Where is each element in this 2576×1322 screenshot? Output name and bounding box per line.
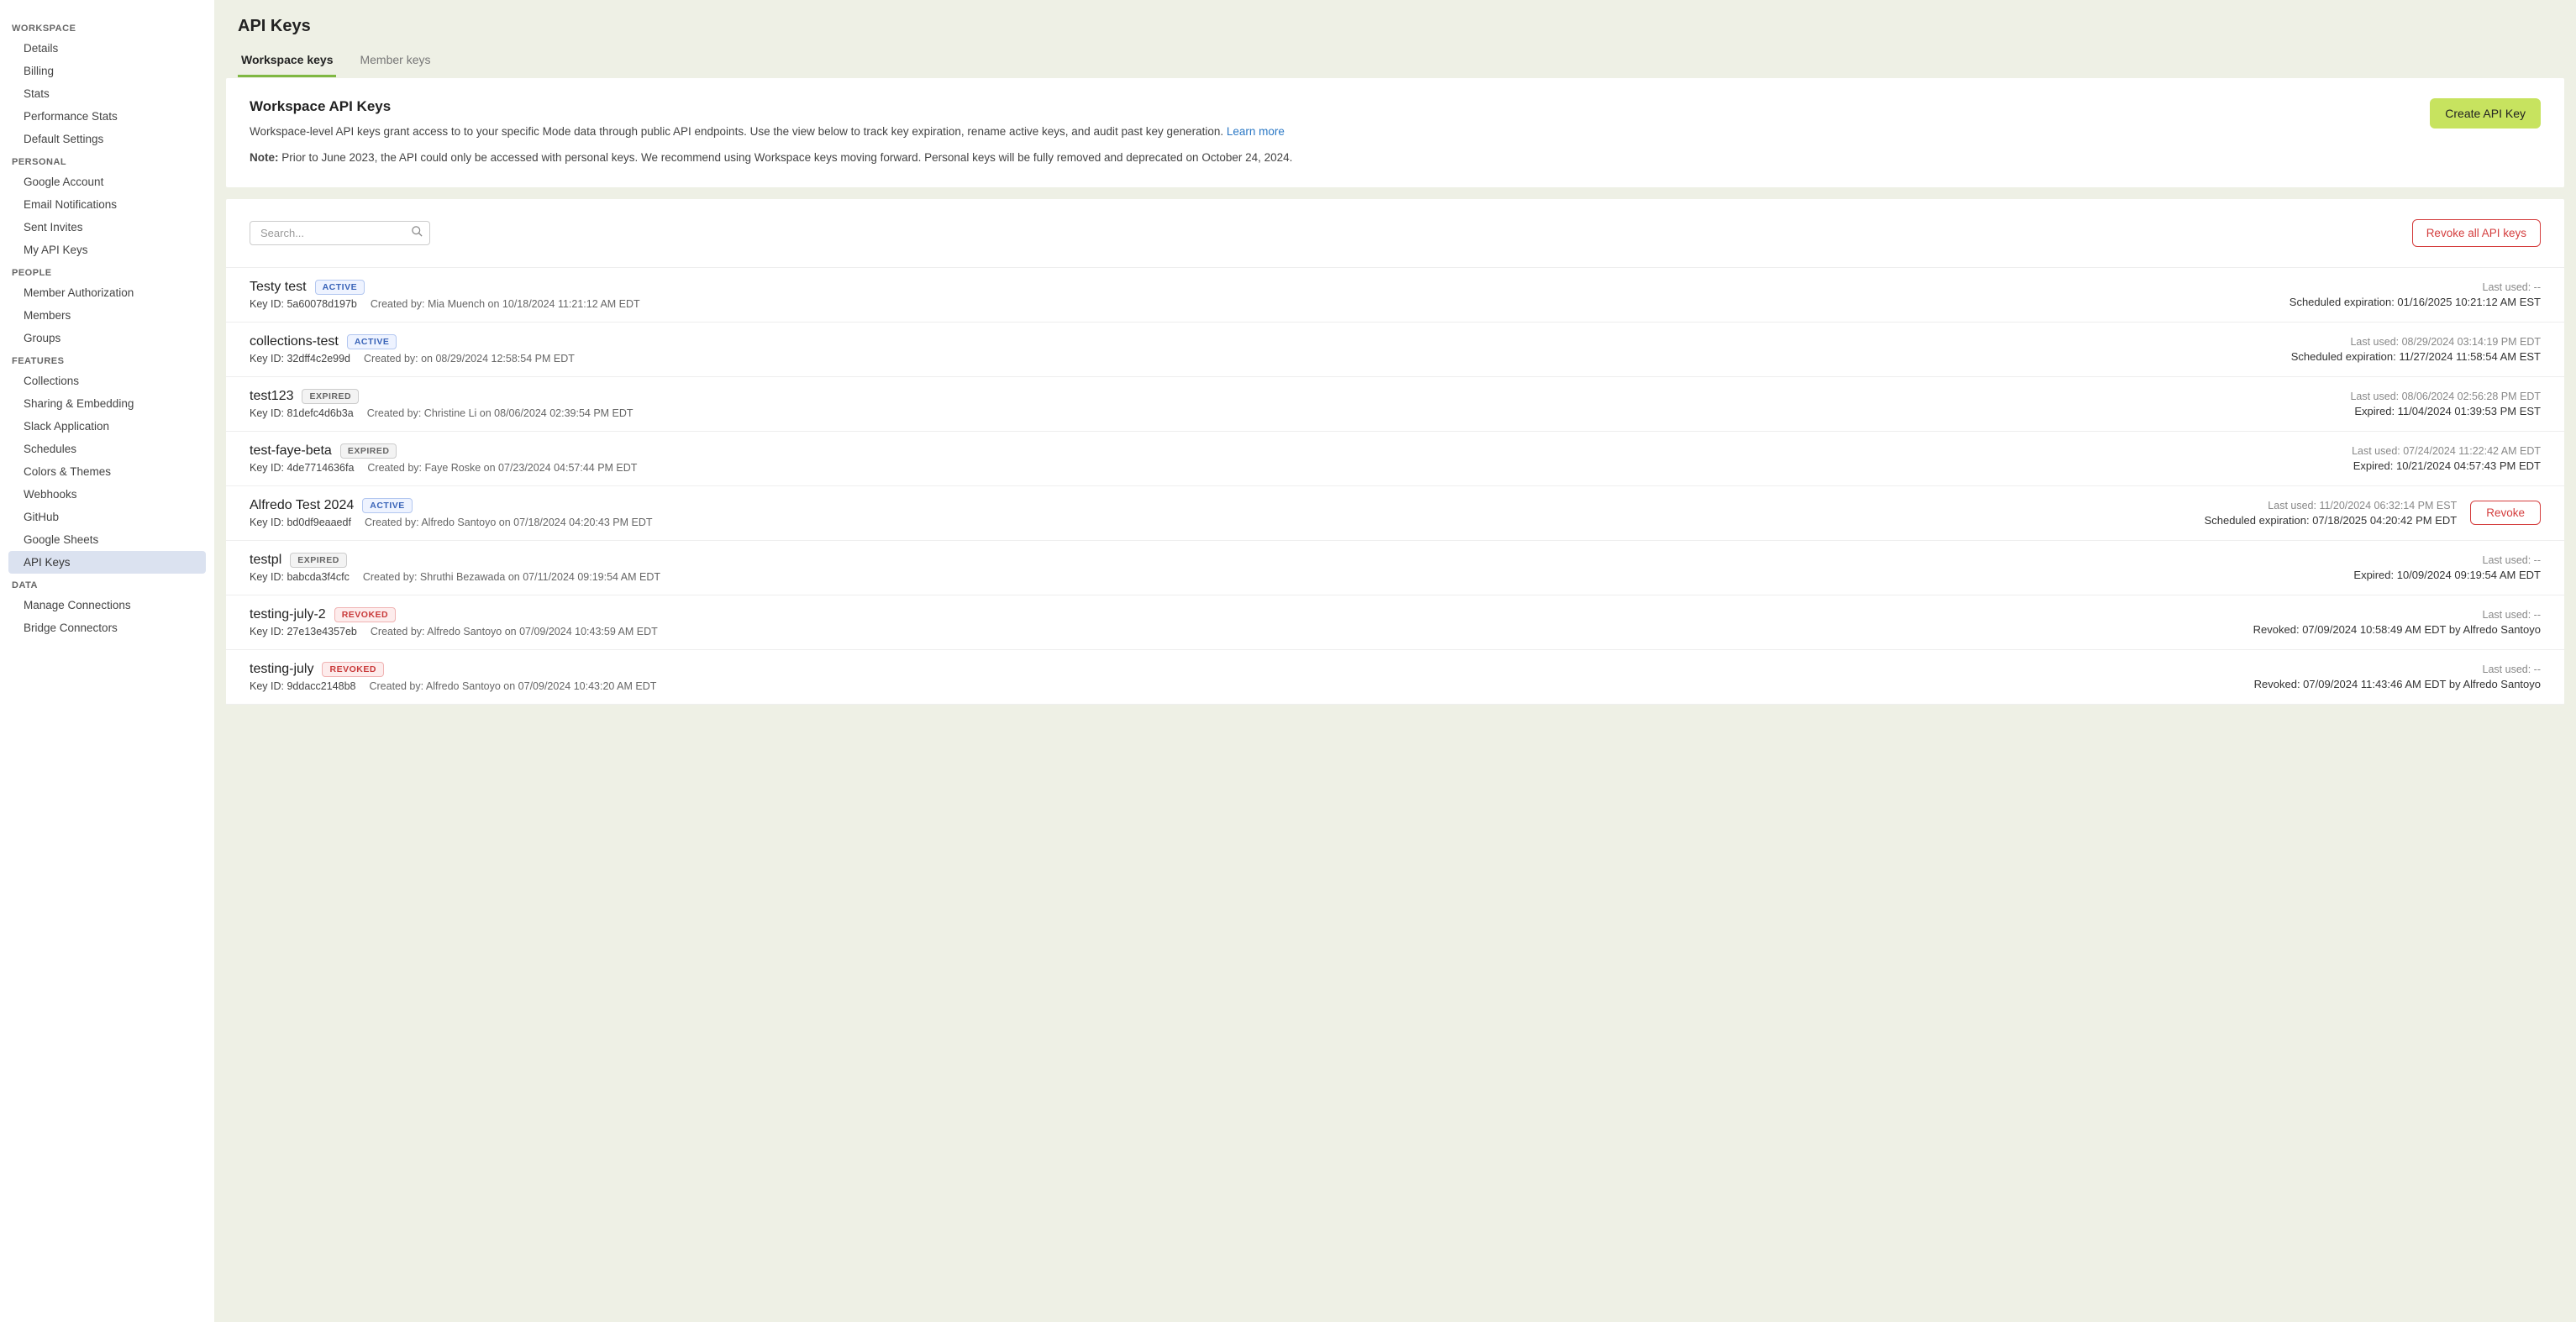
sidebar-item-groups[interactable]: Groups: [8, 327, 206, 349]
api-key-meta: Key ID: 4de7714636faCreated by: Faye Ros…: [250, 462, 2335, 474]
create-api-key-button[interactable]: Create API Key: [2430, 98, 2541, 129]
expiration-line: Expired: 10/09/2024 09:19:54 AM EDT: [2353, 569, 2541, 581]
revoke-button[interactable]: Revoke: [2470, 501, 2541, 525]
status-badge: REVOKED: [334, 607, 396, 622]
section-title: Workspace API Keys: [250, 98, 2396, 115]
sidebar: WORKSPACEDetailsBillingStatsPerformance …: [0, 0, 214, 1322]
sidebar-item-webhooks[interactable]: Webhooks: [8, 483, 206, 506]
sidebar-item-google-sheets[interactable]: Google Sheets: [8, 528, 206, 551]
sidebar-item-slack-application[interactable]: Slack Application: [8, 415, 206, 438]
api-key-row: collections-test ACTIVE Key ID: 32dff4c2e9…: [226, 323, 2564, 377]
section-note: Note: Prior to June 2023, the API could …: [250, 150, 2396, 167]
sidebar-item-billing[interactable]: Billing: [8, 60, 206, 82]
api-key-name: testpl: [250, 553, 281, 568]
note-text: Prior to June 2023, the API could only b…: [279, 151, 1293, 164]
expiration-line: Expired: 10/21/2024 04:57:43 PM EDT: [2352, 459, 2541, 472]
last-used: Last used: 11/20/2024 06:32:14 PM EST: [2205, 500, 2458, 511]
api-key-meta: Key ID: 81defc4d6b3aCreated by: Christin…: [250, 407, 2333, 419]
sidebar-item-performance-stats[interactable]: Performance Stats: [8, 105, 206, 128]
section-description: Workspace-level API keys grant access to…: [250, 123, 2396, 141]
api-key-name: test-faye-beta: [250, 443, 332, 459]
api-key-name: Testy test: [250, 280, 307, 295]
api-key-name: Alfredo Test 2024: [250, 498, 354, 513]
api-key-row: test123 EXPIRED Key ID: 81defc4d6b3aCreate…: [226, 377, 2564, 432]
last-used: Last used: 08/06/2024 02:56:28 PM EDT: [2350, 391, 2541, 402]
expiration-line: Scheduled expiration: 11/27/2024 11:58:5…: [2291, 350, 2541, 363]
sidebar-item-colors-themes[interactable]: Colors & Themes: [8, 460, 206, 483]
tabs: Workspace keys Member keys: [214, 45, 2576, 78]
sidebar-item-stats[interactable]: Stats: [8, 82, 206, 105]
expiration-line: Scheduled expiration: 07/18/2025 04:20:4…: [2205, 514, 2458, 527]
last-used: Last used: 08/29/2024 03:14:19 PM EDT: [2291, 336, 2541, 348]
status-badge: ACTIVE: [315, 280, 365, 295]
learn-more-link[interactable]: Learn more: [1227, 125, 1285, 138]
api-key-row: testing-july-2 REVOKED Key ID: 27e13e4357e…: [226, 595, 2564, 650]
sidebar-item-api-keys[interactable]: API Keys: [8, 551, 206, 574]
sidebar-item-bridge-connectors[interactable]: Bridge Connectors: [8, 616, 206, 639]
api-key-list: Testy test ACTIVE Key ID: 5a60078d197bCrea…: [226, 268, 2564, 705]
expiration-line: Revoked: 07/09/2024 10:58:49 AM EDT by A…: [2253, 623, 2541, 636]
sidebar-item-my-api-keys[interactable]: My API Keys: [8, 239, 206, 261]
sidebar-item-members[interactable]: Members: [8, 304, 206, 327]
sidebar-item-google-account[interactable]: Google Account: [8, 170, 206, 193]
header-card: Workspace API Keys Workspace-level API k…: [226, 78, 2564, 187]
expiration-line: Revoked: 07/09/2024 11:43:46 AM EDT by A…: [2254, 678, 2541, 690]
tab-member-keys[interactable]: Member keys: [356, 45, 434, 77]
sidebar-item-details[interactable]: Details: [8, 37, 206, 60]
list-toolbar: Revoke all API keys: [226, 199, 2564, 268]
status-badge: EXPIRED: [290, 553, 347, 568]
note-label: Note:: [250, 151, 279, 164]
api-key-meta: Key ID: bd0df9eaaedfCreated by: Alfredo …: [250, 517, 2188, 528]
sidebar-section-title: PEOPLE: [8, 261, 206, 281]
last-used: Last used: --: [2254, 664, 2541, 675]
last-used: Last used: --: [2289, 281, 2541, 293]
api-key-row: testpl EXPIRED Key ID: babcda3f4cfcCreated…: [226, 541, 2564, 595]
list-card: Revoke all API keys Testy test ACTIVE Key …: [226, 199, 2564, 705]
status-badge: REVOKED: [322, 662, 383, 677]
api-key-row: Alfredo Test 2024 ACTIVE Key ID: bd0df9eaa…: [226, 486, 2564, 541]
sidebar-item-member-authorization[interactable]: Member Authorization: [8, 281, 206, 304]
api-key-name: collections-test: [250, 334, 339, 349]
api-key-meta: Key ID: 27e13e4357ebCreated by: Alfredo …: [250, 626, 2237, 637]
search-input[interactable]: [250, 221, 430, 245]
api-key-meta: Key ID: 9ddacc2148b8Created by: Alfredo …: [250, 680, 2237, 692]
sidebar-item-default-settings[interactable]: Default Settings: [8, 128, 206, 150]
last-used: Last used: --: [2253, 609, 2541, 621]
api-key-name: testing-july-2: [250, 607, 326, 622]
api-key-name: test123: [250, 389, 293, 404]
sidebar-section-title: PERSONAL: [8, 150, 206, 170]
sidebar-item-email-notifications[interactable]: Email Notifications: [8, 193, 206, 216]
desc-text: Workspace-level API keys grant access to…: [250, 125, 1227, 138]
api-key-row: Testy test ACTIVE Key ID: 5a60078d197bCrea…: [226, 268, 2564, 323]
status-badge: ACTIVE: [362, 498, 413, 513]
revoke-all-button[interactable]: Revoke all API keys: [2412, 219, 2541, 247]
api-key-meta: Key ID: 32dff4c2e99dCreated by: on 08/29…: [250, 353, 2274, 365]
main-content: API Keys Workspace keys Member keys Works…: [214, 0, 2576, 1322]
api-key-row: test-faye-beta EXPIRED Key ID: 4de7714636f…: [226, 432, 2564, 486]
status-badge: EXPIRED: [302, 389, 359, 404]
tab-workspace-keys[interactable]: Workspace keys: [238, 45, 336, 77]
last-used: Last used: --: [2353, 554, 2541, 566]
sidebar-item-manage-connections[interactable]: Manage Connections: [8, 594, 206, 616]
api-key-row: testing-july REVOKED Key ID: 9ddacc2148b8C…: [226, 650, 2564, 705]
sidebar-item-sent-invites[interactable]: Sent Invites: [8, 216, 206, 239]
sidebar-item-github[interactable]: GitHub: [8, 506, 206, 528]
api-key-name: testing-july: [250, 662, 313, 677]
search-wrap: [250, 221, 430, 245]
expiration-line: Expired: 11/04/2024 01:39:53 PM EST: [2350, 405, 2541, 417]
sidebar-section-title: WORKSPACE: [8, 17, 206, 37]
api-key-meta: Key ID: babcda3f4cfcCreated by: Shruthi …: [250, 571, 2337, 583]
status-badge: EXPIRED: [340, 443, 397, 459]
sidebar-item-schedules[interactable]: Schedules: [8, 438, 206, 460]
page-title: API Keys: [214, 0, 2576, 45]
sidebar-section-title: DATA: [8, 574, 206, 594]
status-badge: ACTIVE: [347, 334, 397, 349]
api-key-meta: Key ID: 5a60078d197bCreated by: Mia Muen…: [250, 298, 2273, 310]
sidebar-item-collections[interactable]: Collections: [8, 370, 206, 392]
last-used: Last used: 07/24/2024 11:22:42 AM EDT: [2352, 445, 2541, 457]
sidebar-item-sharing-embedding[interactable]: Sharing & Embedding: [8, 392, 206, 415]
expiration-line: Scheduled expiration: 01/16/2025 10:21:1…: [2289, 296, 2541, 308]
sidebar-section-title: FEATURES: [8, 349, 206, 370]
